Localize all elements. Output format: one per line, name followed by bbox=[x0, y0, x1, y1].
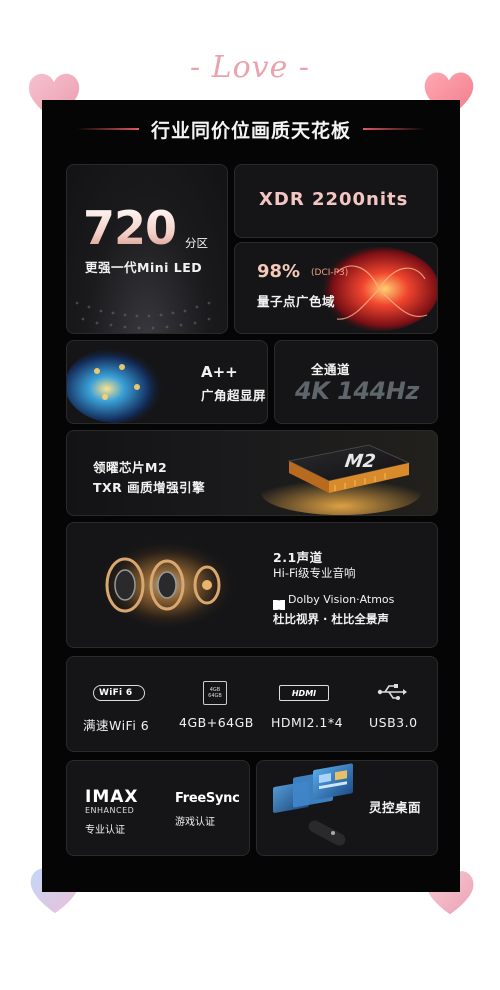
flower-graphic bbox=[319, 247, 437, 331]
memory-badge-text: 4GB 64GB bbox=[208, 687, 222, 699]
chip-card: 领曜芯片M2 TXR 画质增强引擎 M2 bbox=[66, 430, 438, 516]
audio-card: 2.1声道 Hi-Fi级专业音响 Dolby Vision·Atmos 杜比视界… bbox=[66, 522, 438, 648]
refresh-value: 4K 144Hz bbox=[295, 377, 419, 405]
gamut-card: 98% (DCI-P3) 量子点广色域 bbox=[234, 242, 438, 334]
memory-chip-icon: 4GB 64GB bbox=[203, 681, 227, 705]
desktop-label: 灵控桌面 bbox=[369, 800, 422, 815]
wifi6-icon: WiFi 6 bbox=[93, 685, 145, 701]
grade-label: A++ bbox=[201, 363, 238, 381]
dolby-label: Dolby Vision·Atmos bbox=[288, 593, 395, 606]
wide-angle-card: A++ 广角超显屏 bbox=[66, 340, 268, 424]
wifi-label: 满速WiFi 6 bbox=[83, 718, 150, 733]
peacock-graphic bbox=[67, 347, 169, 423]
imax-subtitle: ENHANCED bbox=[85, 806, 135, 815]
usb-label: USB3.0 bbox=[369, 715, 418, 730]
speaker-graphic bbox=[97, 539, 237, 631]
certification-card: IMAX ENHANCED 专业认证 FreeSync 游戏认证 bbox=[66, 760, 250, 856]
gamut-caption: 量子点广色域 bbox=[257, 294, 336, 309]
dolby-caption: 杜比视界 · 杜比全景声 bbox=[273, 612, 389, 626]
connectivity-card: WiFi 6 满速WiFi 6 4GB 64GB 4GB+64GB HDMI H… bbox=[66, 656, 438, 752]
dolby-logo-icon bbox=[273, 595, 285, 610]
refresh-card: 全通道 4K 144Hz bbox=[274, 340, 438, 424]
audio-hifi: Hi-Fi级专业音响 bbox=[273, 566, 356, 580]
spec-panel: 行业同价位画质天花板 720 分区 更强一代Mini LED XDR 2200n… bbox=[42, 100, 460, 892]
memory-label: 4GB+64GB bbox=[179, 715, 254, 730]
freesync-caption: 游戏认证 bbox=[175, 817, 215, 828]
zone-unit: 分区 bbox=[185, 236, 208, 250]
panel-header: 行业同价位画质天花板 bbox=[42, 114, 460, 144]
desktop-card: 灵控桌面 bbox=[256, 760, 438, 856]
gamut-standard: (DCI-P3) bbox=[311, 268, 349, 278]
love-decoration: - Love - bbox=[189, 50, 311, 85]
imax-caption: 专业认证 bbox=[85, 825, 125, 836]
hdmi-icon: HDMI bbox=[279, 685, 329, 701]
wide-angle-caption: 广角超显屏 bbox=[201, 388, 267, 403]
chip-engine: TXR 画质增强引擎 bbox=[93, 480, 206, 495]
xdr-card: XDR 2200nits bbox=[234, 164, 438, 238]
wifi6-badge-text: WiFi 6 bbox=[99, 688, 133, 698]
imax-logo: IMAX bbox=[85, 787, 139, 807]
xdr-label: XDR 2200nits bbox=[259, 189, 409, 210]
title-divider-left bbox=[76, 128, 139, 130]
chip-graphic bbox=[261, 444, 421, 515]
mini-led-card: 720 分区 更强一代Mini LED bbox=[66, 164, 228, 334]
page-title: 行业同价位画质天花板 bbox=[150, 119, 351, 142]
refresh-label: 全通道 bbox=[311, 362, 351, 377]
title-divider-right bbox=[363, 128, 425, 130]
hdmi-label: HDMI2.1*4 bbox=[271, 715, 344, 730]
gamut-percent: 98% bbox=[257, 261, 301, 282]
freesync-logo: FreeSync bbox=[175, 791, 240, 806]
audio-channels: 2.1声道 bbox=[273, 550, 323, 565]
zone-count: 720 bbox=[83, 201, 177, 255]
hdmi-badge-text: HDMI bbox=[291, 688, 317, 698]
desktop-ui-graphic bbox=[273, 763, 353, 846]
chip-name: 领曜芯片M2 bbox=[93, 460, 168, 475]
mini-led-caption: 更强一代Mini LED bbox=[85, 260, 203, 275]
chip-badge: M2 bbox=[343, 451, 377, 472]
usb-icon bbox=[377, 684, 407, 700]
